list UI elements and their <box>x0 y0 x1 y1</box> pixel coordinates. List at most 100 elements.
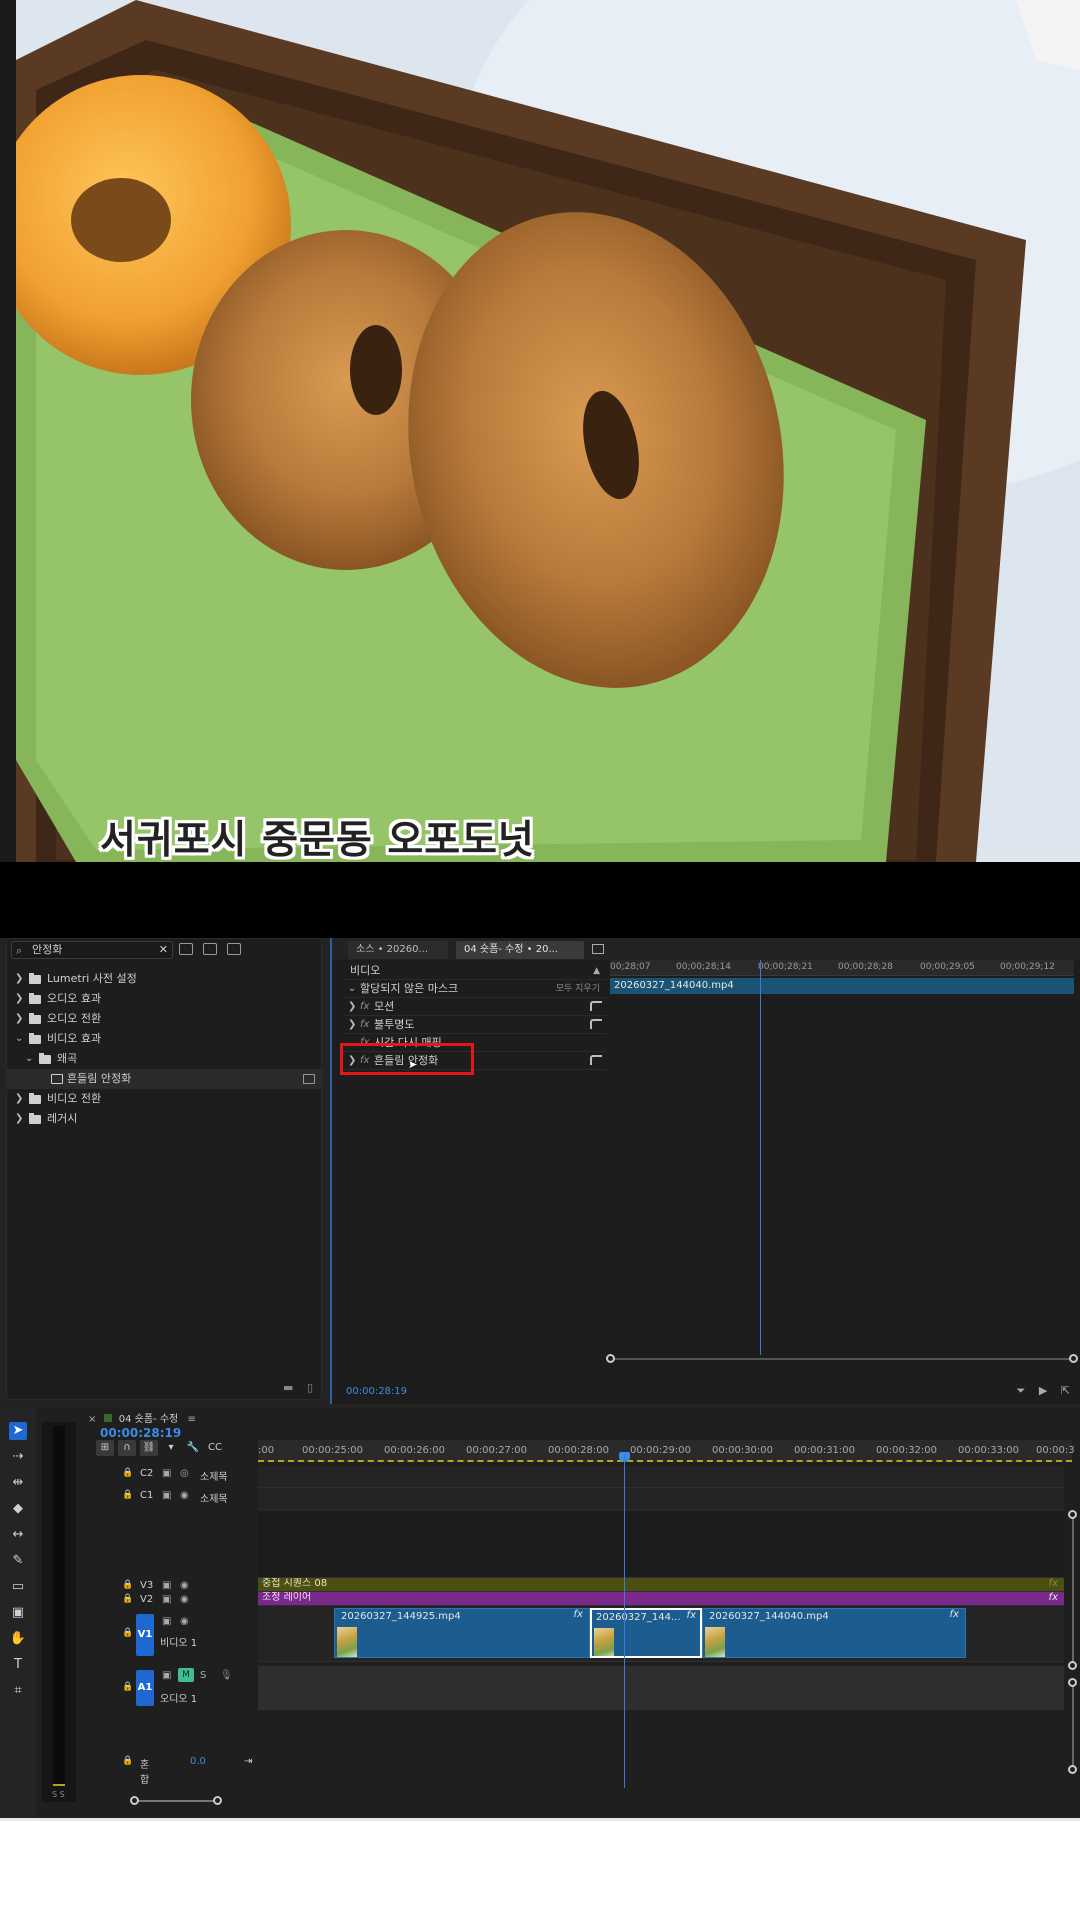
clip-nested-sequence[interactable]: 중첩 시퀀스 08 fx <box>258 1578 1064 1591</box>
mix-value[interactable]: 0.0 <box>190 1756 206 1767</box>
eye-icon[interactable]: ◉ <box>180 1594 189 1605</box>
track-header-v1[interactable]: 🔒 V1 ▣ ◉ 비디오 1 <box>88 1608 258 1662</box>
ec-time-ruler[interactable]: 00;28;07 00;00;28;14 00;00;28;21 00;00;2… <box>610 960 1074 976</box>
slip-tool-icon[interactable]: ↔ <box>9 1526 27 1544</box>
eye-icon[interactable]: ◉ <box>180 1490 189 1501</box>
reset-icon[interactable] <box>590 1019 602 1029</box>
menu-icon[interactable]: ≡ <box>187 1414 195 1425</box>
eye-icon[interactable]: ◉ <box>180 1616 189 1627</box>
timeline-ruler[interactable]: :00 00:00:25:00 00:00:26:00 00:00:27:00 … <box>258 1440 1075 1462</box>
rectangle-tool-icon[interactable]: ▭ <box>9 1578 27 1596</box>
reset-icon[interactable] <box>590 1001 602 1011</box>
effect-row-opacity[interactable]: ❯ fx 불투명도 <box>344 1016 606 1034</box>
ec-playhead[interactable] <box>760 960 761 1355</box>
lock-icon[interactable]: 🔒 <box>122 1580 133 1590</box>
clip-v1-3[interactable]: 20260327_144040.mp4 fx <box>702 1608 966 1658</box>
eye-icon[interactable]: ◉ <box>180 1580 189 1591</box>
lane-v2[interactable]: 조정 레이어 fx <box>258 1592 1064 1606</box>
clip-v1-2-selected[interactable]: 20260327_144... fx <box>590 1608 702 1658</box>
tree-item-legacy[interactable]: ❯ 레거시 <box>7 1109 323 1129</box>
track-header-a1[interactable]: 🔒 A1 ▣ M S 🎙 오디오 1 <box>88 1666 258 1710</box>
chevron-right-icon[interactable]: ❯ <box>348 1016 358 1034</box>
meter-solo-label[interactable]: S S <box>52 1790 65 1799</box>
tree-item-warp-stabilizer[interactable]: 흔들림 안정화 <box>7 1069 323 1089</box>
ec-zoom-scroll[interactable] <box>606 1354 1078 1363</box>
scroll-handle-bottom[interactable] <box>1068 1661 1077 1670</box>
clip-adjustment-layer[interactable]: 조정 레이어 fx <box>258 1592 1064 1605</box>
solo-button[interactable]: S <box>200 1670 206 1681</box>
pen-tool-icon[interactable]: ✎ <box>9 1552 27 1570</box>
track-target-a1[interactable]: A1 <box>136 1670 154 1706</box>
track-header-v3[interactable]: 🔒 V3 ▣ ◉ <box>88 1580 258 1594</box>
go-to-end-icon[interactable]: ⇥ <box>244 1756 252 1767</box>
clear-search-icon[interactable]: ✕ <box>159 942 168 958</box>
tab-source[interactable]: 소스 • 20260... <box>348 941 448 959</box>
timeline-zoom-scrollbar[interactable] <box>130 1796 222 1805</box>
play-audio-icon[interactable]: ▶ <box>1039 1384 1047 1397</box>
trash-icon[interactable]: ▯ <box>307 1381 313 1394</box>
settings-wrench-icon[interactable]: 🔧 <box>184 1440 202 1456</box>
lane-c2[interactable] <box>258 1466 1064 1488</box>
scroll-handle-right[interactable] <box>213 1796 222 1805</box>
snap-icon[interactable]: ∩ <box>118 1440 136 1456</box>
scroll-handle-bottom[interactable] <box>1068 1765 1077 1774</box>
clip-v1-1[interactable]: 20260327_144925.mp4 fx <box>334 1608 590 1658</box>
marker-icon[interactable]: ▾ <box>162 1440 180 1456</box>
lane-c1[interactable] <box>258 1488 1064 1510</box>
scroll-handle-right[interactable] <box>1069 1354 1078 1363</box>
track-header-c2[interactable]: 🔒 C2 ▣ ◎ 소제목 <box>88 1468 258 1486</box>
ripple-edit-tool-icon[interactable]: ⇹ <box>9 1474 27 1492</box>
lane-a1[interactable] <box>258 1666 1064 1710</box>
sequence-tab[interactable]: × 04 숏폼- 수정 ≡ <box>88 1410 196 1425</box>
track-select-tool-icon[interactable]: ⇢ <box>9 1448 27 1466</box>
accelerated-effects-icon[interactable] <box>179 943 193 955</box>
tree-item-audio-transitions[interactable]: ❯ 오디오 전환 <box>7 1009 323 1029</box>
sync-icon[interactable]: ▣ <box>162 1468 171 1479</box>
ec-clip-bar[interactable]: 20260327_144040.mp4 <box>610 978 1074 994</box>
type-tool-icon[interactable]: T <box>9 1656 27 1674</box>
tree-item-video-transitions[interactable]: ❯ 비디오 전환 <box>7 1089 323 1109</box>
tree-item-distort[interactable]: ⌄ 왜곡 <box>7 1049 323 1069</box>
tree-item-video-effects[interactable]: ⌄ 비디오 효과 <box>7 1029 323 1049</box>
selection-tool-icon[interactable]: ➤ <box>9 1422 27 1440</box>
nest-toggle-icon[interactable]: ⊞ <box>96 1440 114 1456</box>
sync-icon[interactable]: ▣ <box>162 1594 171 1605</box>
panel-toggle-icon[interactable] <box>592 944 604 954</box>
sequence-timecode[interactable]: 00:00:28:19 <box>100 1426 181 1440</box>
lock-icon[interactable]: 🔒 <box>122 1628 133 1638</box>
linked-selection-icon[interactable]: ⛓ <box>140 1440 158 1456</box>
32bit-effects-icon[interactable] <box>203 943 217 955</box>
lock-icon[interactable]: 🔒 <box>122 1756 133 1766</box>
export-icon[interactable]: ⇱ <box>1061 1384 1070 1397</box>
track-header-v2[interactable]: 🔒 V2 ▣ ◉ <box>88 1594 258 1608</box>
sync-icon[interactable]: ▣ <box>162 1616 171 1627</box>
video-track-scrollbar[interactable] <box>1068 1510 1077 1670</box>
razor-tool-icon[interactable]: ◆ <box>9 1500 27 1518</box>
eye-slash-icon[interactable]: ◎ <box>180 1468 189 1479</box>
tree-item-audio-effects[interactable]: ❯ 오디오 효과 <box>7 989 323 1009</box>
yuv-effects-icon[interactable] <box>227 943 241 955</box>
sync-icon[interactable]: ▣ <box>162 1580 171 1591</box>
track-header-c1[interactable]: 🔒 C1 ▣ ◉ 소제목 <box>88 1490 258 1508</box>
effects-search-input[interactable]: ⌕ 안정화 ✕ <box>11 941 173 959</box>
lock-icon[interactable]: 🔒 <box>122 1594 133 1604</box>
reset-icon[interactable] <box>590 1055 602 1065</box>
audio-track-scrollbar[interactable] <box>1068 1678 1077 1774</box>
lock-icon[interactable]: 🔒 <box>122 1490 133 1500</box>
scroll-handle-top[interactable] <box>1068 1510 1077 1519</box>
lock-icon[interactable]: 🔒 <box>122 1682 133 1692</box>
chevron-down-icon[interactable]: ⌄ <box>348 980 358 998</box>
caret-up-icon[interactable]: ▲ <box>593 962 600 980</box>
effect-row-motion[interactable]: ❯ fx 모션 <box>344 998 606 1016</box>
lock-icon[interactable]: 🔒 <box>122 1468 133 1478</box>
sync-icon[interactable]: ▣ <box>162 1490 171 1501</box>
scroll-handle-top[interactable] <box>1068 1678 1077 1687</box>
timeline-playhead-line[interactable] <box>624 1454 625 1788</box>
clear-all-button[interactable]: 모두 지우기 <box>556 980 600 998</box>
scroll-handle-left[interactable] <box>606 1354 615 1363</box>
lane-v1[interactable]: 20260327_144925.mp4 fx 20260327_144... f… <box>258 1606 1064 1662</box>
microphone-icon[interactable]: 🎙 <box>220 1670 233 1681</box>
mute-button[interactable]: M <box>178 1668 194 1682</box>
tab-sequence[interactable]: 04 숏폼- 수정 • 20... <box>456 941 584 959</box>
captions-icon[interactable]: CC <box>206 1440 224 1456</box>
